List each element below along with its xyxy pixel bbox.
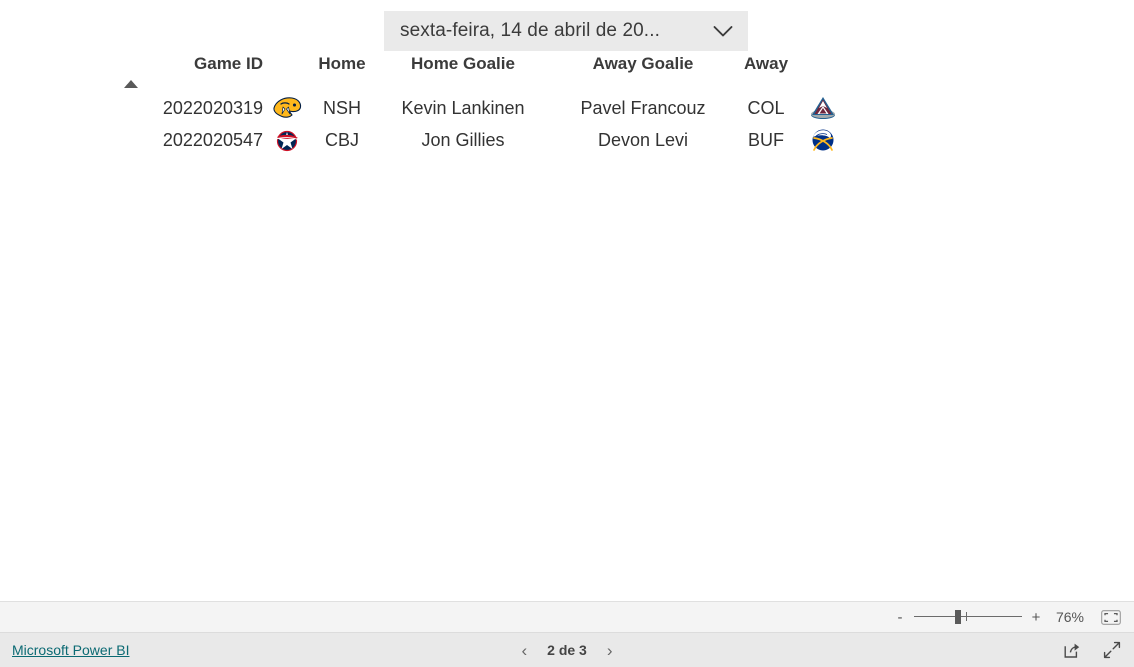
cell-away-team: BUF bbox=[748, 129, 784, 150]
chevron-down-icon[interactable] bbox=[712, 20, 734, 42]
zoom-level-label: 76% bbox=[1055, 609, 1085, 625]
nashville-predators-logo bbox=[263, 92, 311, 124]
zoom-slider[interactable] bbox=[914, 609, 1022, 625]
fit-to-page-icon[interactable] bbox=[1100, 609, 1122, 625]
next-page-button[interactable]: › bbox=[605, 642, 615, 659]
fullscreen-icon[interactable] bbox=[1102, 640, 1122, 660]
sort-ascending-icon[interactable] bbox=[124, 80, 138, 88]
column-header-away-goalie[interactable]: Away Goalie bbox=[553, 54, 733, 80]
zoom-slider-track bbox=[914, 616, 1022, 617]
sort-spacer-2 bbox=[311, 80, 373, 92]
cell-home-team: NSH bbox=[322, 97, 361, 118]
table-header: Game ID Home Home Goalie Away Goalie Awa… bbox=[118, 54, 847, 92]
sort-indicator-row bbox=[118, 80, 847, 92]
zoom-slider-thumb[interactable] bbox=[955, 610, 961, 624]
previous-page-button[interactable]: ‹ bbox=[519, 642, 529, 659]
column-header-home[interactable]: Home bbox=[311, 54, 373, 80]
sort-spacer-4 bbox=[553, 80, 733, 92]
page-navigation: ‹ 2 de 3 › bbox=[0, 633, 1134, 667]
buffalo-sabres-logo bbox=[799, 124, 847, 156]
microsoft-power-bi-link[interactable]: Microsoft Power BI bbox=[12, 642, 129, 658]
report-canvas: sexta-feira, 14 de abril de 20... Game I… bbox=[0, 0, 1134, 601]
share-icon[interactable] bbox=[1062, 640, 1082, 660]
date-slicer-dropdown[interactable]: sexta-feira, 14 de abril de 20... bbox=[384, 11, 748, 51]
colorado-avalanche-logo bbox=[799, 92, 847, 124]
sort-indicator-cell bbox=[118, 80, 263, 92]
column-header-home-goalie[interactable]: Home Goalie bbox=[373, 54, 553, 80]
cell-game-id: 2022020547 bbox=[162, 129, 263, 150]
cell-home-goalie: Jon Gillies bbox=[421, 129, 505, 150]
sort-spacer-5 bbox=[733, 80, 799, 92]
column-header-away-logo bbox=[799, 54, 847, 80]
sort-spacer-6 bbox=[799, 80, 847, 92]
page-indicator: 2 de 3 bbox=[547, 642, 587, 658]
zoom-in-button[interactable]: + bbox=[1028, 610, 1044, 625]
zoom-out-button[interactable]: - bbox=[892, 610, 908, 625]
column-header-away[interactable]: Away bbox=[733, 54, 799, 80]
sort-spacer-1 bbox=[263, 80, 311, 92]
cell-away-team: COL bbox=[747, 97, 785, 118]
footer-actions bbox=[1062, 633, 1122, 667]
column-header-home-logo bbox=[263, 54, 311, 80]
cell-game-id: 2022020319 bbox=[162, 97, 263, 118]
table-row[interactable]: 2022020547 CBJ Jon Gillies Devon Levi BU… bbox=[118, 124, 847, 156]
sort-spacer-3 bbox=[373, 80, 553, 92]
table-header-row: Game ID Home Home Goalie Away Goalie Awa… bbox=[118, 54, 847, 80]
cell-away-goalie: Pavel Francouz bbox=[580, 97, 706, 118]
cell-home-team: CBJ bbox=[324, 129, 359, 150]
footer-bar: Microsoft Power BI ‹ 2 de 3 › bbox=[0, 633, 1134, 667]
cell-away-goalie: Devon Levi bbox=[597, 129, 689, 150]
column-header-game-id[interactable]: Game ID bbox=[118, 54, 263, 80]
table-row[interactable]: 2022020319 NSH Kevin Lankinen Pavel Fran… bbox=[118, 92, 847, 124]
cell-home-goalie: Kevin Lankinen bbox=[401, 97, 525, 118]
zoom-bar: - + 76% bbox=[0, 601, 1134, 633]
zoom-slider-tick bbox=[966, 612, 967, 621]
games-table: Game ID Home Home Goalie Away Goalie Awa… bbox=[118, 54, 847, 156]
date-slicer-value: sexta-feira, 14 de abril de 20... bbox=[400, 20, 660, 41]
columbus-blue-jackets-logo bbox=[263, 124, 311, 156]
table-body: 2022020319 NSH Kevin Lankinen Pavel Fran… bbox=[118, 92, 847, 156]
